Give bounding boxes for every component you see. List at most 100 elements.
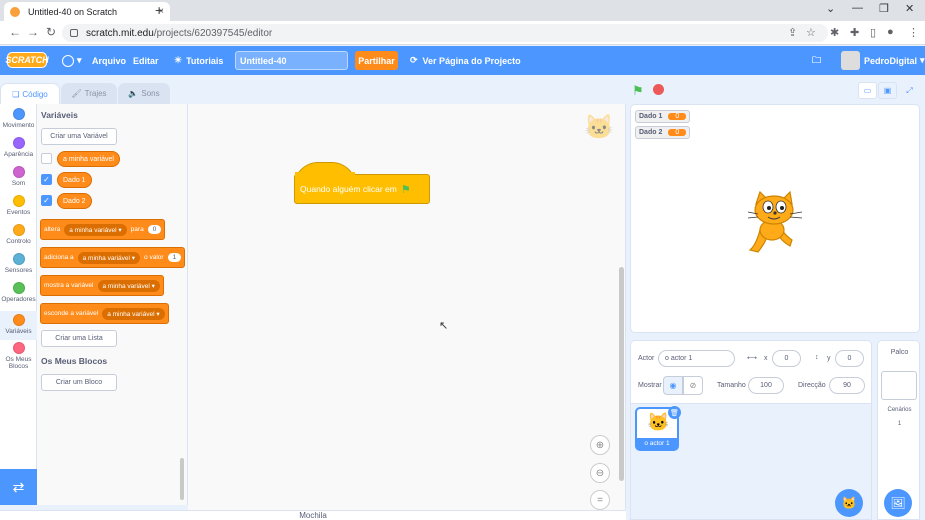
variable-dropdown[interactable]: a minha variável ▾ [77, 251, 141, 264]
make-block-button[interactable]: Criar um Bloco [41, 374, 117, 391]
bookmark-star-icon[interactable]: ☆ [806, 26, 816, 39]
new-tab-icon[interactable]: + [155, 2, 163, 18]
share-page-icon[interactable]: ⇪ [788, 26, 797, 39]
lightbulb-icon: ☀ [174, 55, 183, 65]
variable-checkbox[interactable] [41, 153, 52, 164]
browser-tab[interactable]: Untitled-40 on Scratch × [4, 2, 170, 21]
fullscreen-button[interactable]: ⤢ [900, 82, 919, 99]
forward-icon[interactable]: → [27, 25, 39, 39]
project-title-input[interactable]: Untitled-40 [235, 51, 348, 70]
add-backdrop-button[interactable]: 🖼 [884, 489, 912, 517]
edit-menu[interactable]: Editar [133, 46, 159, 75]
profile-icon[interactable]: ● [887, 26, 894, 38]
category-variables[interactable]: Variáveis [0, 311, 37, 340]
close-window-icon[interactable]: ✕ [905, 2, 914, 15]
sprite-name-label: Actor [638, 355, 655, 362]
category-my-blocks[interactable]: Os Meus Blocos [0, 342, 37, 370]
value-input[interactable]: 0 [147, 225, 162, 234]
variable-reporter[interactable]: a minha variável [57, 151, 120, 167]
value-input[interactable]: 1 [167, 253, 182, 262]
hide-sprite-button[interactable]: ⊘ [683, 376, 703, 395]
hide-variable-block[interactable]: esconde a variável a minha variável ▾ [40, 303, 169, 324]
palette-scrollbar[interactable] [180, 458, 184, 500]
variable-checkbox[interactable]: ✓ [41, 195, 52, 206]
file-menu[interactable]: Arquivo [92, 46, 126, 75]
cat-sprite[interactable] [746, 190, 806, 256]
tab-search-icon[interactable]: ⌄ [826, 2, 835, 15]
add-extension-button[interactable]: ⇄ [0, 469, 37, 505]
when-flag-clicked-block[interactable]: Quando alguém clicar em ⚑ [294, 162, 430, 206]
category-events[interactable]: Eventos [0, 195, 37, 216]
dropdown-value: a minha variável [107, 310, 155, 318]
variable-monitor[interactable]: Dado 1 0 [635, 110, 691, 123]
see-project-page-button[interactable]: ⟳ Ver Página do Projecto [410, 46, 521, 75]
category-dot-icon [12, 137, 25, 149]
script-scrollbar[interactable] [619, 267, 624, 481]
set-variable-block[interactable]: altera a minha variável ▾ para 0 [40, 219, 166, 240]
scratch-logo[interactable]: SCRATCH [5, 52, 49, 68]
hat-block-text: Quando alguém clicar em [300, 184, 397, 194]
tab-code[interactable]: ❏ Código [0, 83, 60, 104]
tab-sounds[interactable]: 🔈 Sons [118, 83, 170, 104]
zoom-reset-button[interactable]: = [590, 490, 610, 510]
tutorials-menu[interactable]: ☀ Tutoriais [174, 46, 223, 75]
category-operators[interactable]: Operadores [0, 282, 37, 303]
url-field[interactable]: scratch.mit.edu /projects/620397545/edit… [62, 24, 828, 42]
show-variable-block[interactable]: mostra a variável a minha variável ▾ [40, 275, 164, 296]
category-motion[interactable]: Movimento [0, 108, 37, 129]
category-label: Variáveis [5, 328, 32, 335]
share-button[interactable]: Partilhar [355, 51, 398, 70]
reload-icon[interactable]: ↻ [46, 25, 56, 39]
variable-dropdown[interactable]: a minha variável ▾ [102, 307, 165, 320]
category-dot-icon [12, 314, 25, 326]
stage[interactable]: Dado 1 0 Dado 2 0 [630, 104, 920, 333]
my-stuff-folder-icon[interactable]: 🗀 [812, 46, 821, 75]
category-control[interactable]: Controlo [0, 224, 37, 245]
variable-monitor[interactable]: Dado 2 0 [635, 126, 691, 139]
variable-dropdown[interactable]: a minha variável ▾ [97, 279, 160, 292]
add-extension-icon: ⇄ [12, 478, 25, 495]
avatar[interactable] [841, 51, 860, 70]
sprite-watermark-icon: 🐱 [584, 114, 614, 141]
stage-thumbnail[interactable] [881, 371, 917, 400]
puzzle-icon[interactable]: ✚ [850, 26, 859, 39]
delete-sprite-button[interactable]: 🗑 [668, 406, 681, 419]
small-stage-button[interactable]: ▭ [858, 82, 877, 99]
extension-icon[interactable]: ✱ [830, 26, 839, 39]
tutorials-label: Tutoriais [186, 55, 224, 66]
make-variable-button[interactable]: Criar uma Variável [41, 128, 117, 145]
direction-input[interactable]: 90 [829, 377, 865, 394]
tab-costumes[interactable]: 🖌 Trajes [61, 83, 117, 104]
x-input[interactable]: 0 [772, 350, 801, 367]
variable-dropdown[interactable]: a minha variável ▾ [64, 223, 127, 236]
add-sprite-icon: 🐱 [841, 496, 857, 510]
back-icon[interactable]: ← [9, 25, 21, 39]
show-sprite-button[interactable]: ◉ [663, 376, 683, 395]
make-list-button[interactable]: Criar uma Lista [41, 330, 117, 347]
sidepanel-icon[interactable]: ▯ [870, 26, 876, 39]
language-menu[interactable]: ▾ [62, 46, 82, 75]
category-looks[interactable]: Aparência [0, 137, 37, 158]
zoom-out-button[interactable]: ⊖ [590, 463, 610, 483]
maximize-icon[interactable]: ❐ [879, 2, 889, 15]
minimize-icon[interactable]: — [852, 2, 863, 14]
backpack[interactable]: Mochila [0, 510, 626, 520]
more-menu-icon[interactable]: ⋮ [908, 26, 919, 39]
change-variable-block[interactable]: adiciona a a minha variável ▾ o valor 1 [40, 247, 186, 268]
add-sprite-button[interactable]: 🐱 [835, 489, 863, 517]
category-sensing[interactable]: Sensores [0, 253, 37, 274]
variable-checkbox[interactable]: ✓ [41, 174, 52, 185]
y-arrows-icon: ↕ [815, 354, 819, 361]
size-input[interactable]: 100 [748, 377, 784, 394]
variable-reporter[interactable]: Dado 1 [57, 172, 92, 188]
large-stage-button[interactable]: ▣ [878, 82, 897, 99]
green-flag-icon[interactable]: ⚑ [632, 83, 644, 99]
category-sound[interactable]: Som [0, 166, 37, 187]
stop-icon[interactable] [653, 84, 664, 95]
variable-reporter[interactable]: Dado 2 [57, 193, 92, 209]
sprite-name-input[interactable]: o actor 1 [658, 350, 735, 367]
block-palette: Variáveis Criar uma Variável a minha var… [37, 104, 188, 505]
zoom-in-button[interactable]: ⊕ [590, 435, 610, 455]
account-menu[interactable]: PedroDigital ▾ [864, 46, 925, 75]
y-input[interactable]: 0 [835, 350, 864, 367]
